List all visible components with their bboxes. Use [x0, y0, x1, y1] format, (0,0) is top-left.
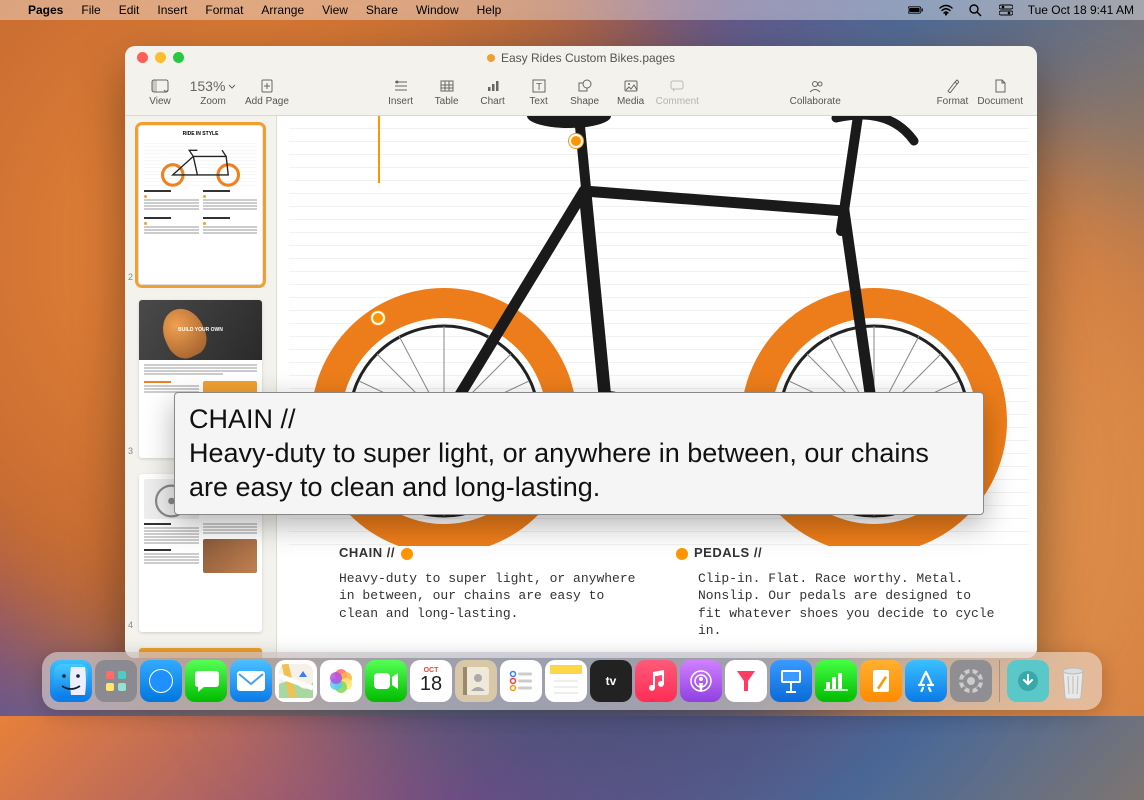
window-controls — [137, 52, 184, 63]
callout-marker[interactable] — [371, 311, 385, 325]
menu-share[interactable]: Share — [366, 3, 398, 17]
menu-file[interactable]: File — [81, 3, 100, 17]
edited-indicator-icon — [487, 54, 495, 62]
collaborate-button[interactable]: Collaborate — [790, 78, 841, 107]
chain-column[interactable]: CHAIN // Heavy-duty to super light, or a… — [339, 544, 638, 640]
minimize-button[interactable] — [155, 52, 166, 63]
titlebar[interactable]: Easy Rides Custom Bikes.pages — [125, 46, 1037, 70]
add-page-button[interactable]: Add Page — [245, 78, 289, 107]
calendar-icon[interactable]: OCT18 — [410, 660, 452, 702]
menu-help[interactable]: Help — [477, 3, 502, 17]
document-button[interactable]: Document — [977, 78, 1023, 107]
hover-body: Heavy-duty to super light, or anywhere i… — [189, 437, 969, 505]
page-thumbnails-sidebar[interactable]: RIDE IN STYLE 2 BUILD YOUR OWN — [125, 116, 277, 658]
safari-icon[interactable] — [140, 660, 182, 702]
facetime-icon[interactable] — [365, 660, 407, 702]
menu-arrange[interactable]: Arrange — [261, 3, 304, 17]
wifi-icon[interactable] — [938, 4, 954, 16]
menu-format[interactable]: Format — [205, 3, 243, 17]
tv-icon[interactable]: tv — [590, 660, 632, 702]
hover-title: CHAIN // — [189, 403, 969, 437]
news-icon[interactable] — [725, 660, 767, 702]
pedals-heading: PEDALS // — [694, 545, 762, 560]
chart-button[interactable]: Chart — [472, 78, 514, 107]
window-title: Easy Rides Custom Bikes.pages — [501, 51, 675, 65]
reminders-icon[interactable] — [500, 660, 542, 702]
hover-text-popover: CHAIN // Heavy-duty to super light, or a… — [174, 392, 984, 515]
notes-icon[interactable] — [545, 660, 587, 702]
launchpad-icon[interactable] — [95, 660, 137, 702]
close-button[interactable] — [137, 52, 148, 63]
media-button[interactable]: Media — [610, 78, 652, 107]
page-number: 3 — [128, 446, 133, 456]
app-menu[interactable]: Pages — [28, 3, 63, 17]
messages-icon[interactable] — [185, 660, 227, 702]
callout-marker[interactable] — [569, 134, 583, 148]
photos-icon[interactable] — [320, 660, 362, 702]
toolbar: View 153%Zoom Add Page Insert Table Char… — [125, 70, 1037, 116]
marker-icon — [401, 548, 413, 560]
menubar: Pages File Edit Insert Format Arrange Vi… — [0, 0, 1144, 20]
format-button[interactable]: Format — [931, 78, 973, 107]
contacts-icon[interactable] — [455, 660, 497, 702]
pages-window: Easy Rides Custom Bikes.pages View 153%Z… — [125, 46, 1037, 658]
marker-icon — [676, 548, 688, 560]
pedals-body: Clip-in. Flat. Race worthy. Metal. Nonsl… — [698, 570, 997, 640]
music-icon[interactable] — [635, 660, 677, 702]
text-columns: CHAIN // Heavy-duty to super light, or a… — [339, 544, 997, 640]
chain-heading: CHAIN // — [339, 545, 395, 560]
menu-insert[interactable]: Insert — [157, 3, 187, 17]
mail-icon[interactable] — [230, 660, 272, 702]
thumb-title: RIDE IN STYLE — [144, 131, 257, 137]
view-button[interactable]: View — [139, 78, 181, 107]
insert-button[interactable]: Insert — [380, 78, 422, 107]
menu-edit[interactable]: Edit — [119, 3, 140, 17]
control-center-icon[interactable] — [998, 4, 1014, 16]
battery-icon[interactable] — [908, 4, 924, 16]
dock-separator — [999, 660, 1000, 702]
appstore-icon[interactable] — [905, 660, 947, 702]
thumbnail-page-2[interactable]: RIDE IN STYLE 2 — [139, 126, 262, 284]
trash-icon[interactable] — [1052, 660, 1094, 702]
maps-icon[interactable] — [275, 660, 317, 702]
pages-icon[interactable] — [860, 660, 902, 702]
zoom-button[interactable] — [173, 52, 184, 63]
page-number: 2 — [128, 272, 133, 282]
chain-body: Heavy-duty to super light, or anywhere i… — [339, 570, 638, 623]
finder-icon[interactable] — [50, 660, 92, 702]
shape-button[interactable]: Shape — [564, 78, 606, 107]
table-button[interactable]: Table — [426, 78, 468, 107]
menubar-clock[interactable]: Tue Oct 18 9:41 AM — [1028, 3, 1134, 17]
keynote-icon[interactable] — [770, 660, 812, 702]
pedals-column[interactable]: PEDALS // Clip-in. Flat. Race worthy. Me… — [698, 544, 997, 640]
dock: OCT18 tv — [42, 652, 1102, 710]
numbers-icon[interactable] — [815, 660, 857, 702]
callout-line — [378, 116, 380, 183]
downloads-icon[interactable] — [1007, 660, 1049, 702]
page-number: 4 — [128, 620, 133, 630]
settings-icon[interactable] — [950, 660, 992, 702]
menu-view[interactable]: View — [322, 3, 348, 17]
search-icon[interactable] — [968, 4, 984, 16]
text-button[interactable]: TText — [518, 78, 560, 107]
zoom-dropdown[interactable]: 153%Zoom — [185, 78, 241, 107]
menu-window[interactable]: Window — [416, 3, 459, 17]
document-canvas[interactable]: CHAIN // Heavy-duty to super light, or a… — [277, 116, 1037, 658]
svg-text:T: T — [536, 82, 542, 93]
podcasts-icon[interactable] — [680, 660, 722, 702]
thumb-title: BUILD YOUR OWN — [178, 327, 223, 333]
comment-button: Comment — [656, 78, 699, 107]
